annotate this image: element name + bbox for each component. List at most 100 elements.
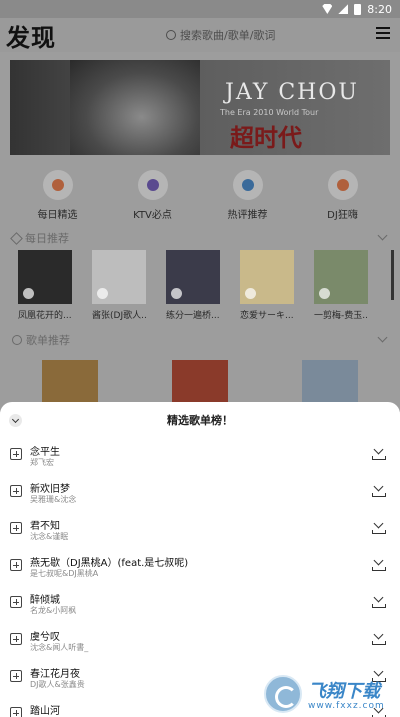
status-bar: 8:20 [0, 0, 400, 18]
signal-icon [338, 4, 349, 14]
status-time: 8:20 [367, 2, 392, 16]
download-icon[interactable] [372, 518, 386, 534]
banner-artist: JAY CHOU [225, 80, 359, 105]
album-name: 凤凰花开的... [18, 311, 72, 321]
ktv-icon [137, 170, 168, 200]
promo-banner[interactable]: JAY CHOU The Era 2010 World Tour 超时代 [10, 60, 390, 155]
album-cover [240, 250, 294, 304]
add-icon[interactable] [10, 448, 22, 460]
song-row[interactable]: 醉倾城 名龙&小阿枫 [0, 586, 400, 623]
album-name: 酱张(DJ歌人... [92, 311, 146, 321]
playlist-bottom-sheet: 精选歌单榜！ 念平生 郑飞宏 新欢旧梦 吴雅珊&沈念 君不知 沈念&谨眠 燕无歇… [0, 402, 400, 717]
download-icon[interactable] [372, 444, 386, 460]
album-name: 恋爱サーキ... [240, 311, 294, 321]
song-artist: DJ歌人&张鑫贵 [30, 680, 85, 689]
quick-link-label: 热评推荐 [227, 210, 268, 221]
playlist-covers [42, 360, 358, 405]
play-icon[interactable] [171, 288, 182, 299]
song-row[interactable]: 君不知 沈念&谨眠 [0, 512, 400, 549]
song-artist: 吴雅珊&沈念 [30, 495, 77, 504]
play-icon[interactable] [23, 288, 34, 299]
add-icon[interactable] [10, 633, 22, 645]
search-placeholder: 搜索歌曲/歌单/歌词 [180, 29, 276, 42]
album-card[interactable]: 练分一遍桥... [166, 250, 220, 321]
download-icon[interactable] [372, 555, 386, 571]
daily-album-list: 凤凰花开的... 酱张(DJ歌人... 练分一遍桥... 恋爱サーキ... 一剪… [18, 250, 368, 321]
add-icon[interactable] [10, 670, 22, 682]
app-header: 发现 搜索歌曲/歌单/歌词 [0, 18, 400, 52]
song-title: 踏山河 [30, 706, 60, 717]
download-icon[interactable] [372, 481, 386, 497]
playlist-cover[interactable] [302, 360, 358, 405]
song-artist: 郑飞宏 [30, 458, 54, 467]
collapse-button[interactable] [9, 414, 22, 427]
add-icon[interactable] [10, 522, 22, 534]
song-title: 新欢旧梦 [30, 484, 70, 495]
album-name: 一剪梅-费玉... [314, 311, 368, 321]
chevron-down-icon[interactable] [377, 230, 388, 241]
search-icon [166, 30, 176, 40]
album-name: 练分一遍桥... [166, 311, 220, 321]
album-cover [92, 250, 146, 304]
search-bar[interactable]: 搜索歌曲/歌单/歌词 [100, 24, 360, 46]
download-icon[interactable] [372, 629, 386, 645]
battery-icon [354, 3, 362, 15]
song-row[interactable]: 新欢旧梦 吴雅珊&沈念 [0, 475, 400, 512]
add-icon[interactable] [10, 707, 22, 717]
watermark-url: www.fxxz.com [308, 701, 385, 711]
album-card[interactable]: 一剪梅-费玉... [314, 250, 368, 321]
play-icon[interactable] [97, 288, 108, 299]
menu-icon[interactable] [376, 27, 390, 39]
comment-icon [232, 170, 263, 200]
playlist-cover[interactable] [172, 360, 228, 405]
song-artist: 沈念&闻人听書_ [30, 643, 89, 652]
chevron-down-icon[interactable] [377, 332, 388, 343]
play-icon[interactable] [319, 288, 330, 299]
song-title: 虞兮叹 [30, 632, 60, 643]
song-row[interactable]: 燕无歇（DJ黑桃A）(feat.是七叔呢) 是七叔呢&DJ黑桃A [0, 549, 400, 586]
album-cover [314, 250, 368, 304]
section-title: 每日推荐 [25, 232, 69, 245]
watermark: 飞翔下载 www.fxxz.com [264, 675, 392, 715]
album-card[interactable]: 恋爱サーキ... [240, 250, 294, 321]
discover-content: JAY CHOU The Era 2010 World Tour 超时代 每日精… [0, 52, 400, 412]
banner-headline: 超时代 [230, 124, 302, 152]
album-card[interactable]: 酱张(DJ歌人... [92, 250, 146, 321]
page-title: 发现 [6, 23, 56, 52]
quick-link-dj[interactable]: DJ狂嗨 [303, 170, 383, 221]
banner-tour: The Era 2010 World Tour [220, 108, 319, 117]
album-cover [166, 250, 220, 304]
sheet-header: 精选歌单榜！ [0, 402, 400, 438]
quick-link-daily[interactable]: 每日精选 [18, 170, 98, 221]
song-title: 醉倾城 [30, 595, 60, 606]
watermark-text: 飞翔下载 [308, 681, 380, 702]
wifi-icon [322, 4, 333, 14]
thumbs-up-icon [42, 170, 73, 200]
song-artist: 名龙&小阿枫 [30, 606, 77, 615]
section-daily-header: 每日推荐 [10, 230, 69, 246]
sheet-title: 精选歌单榜！ [167, 414, 233, 427]
song-artist: 是七叔呢&DJ黑桃A [30, 569, 99, 578]
album-cover [18, 250, 72, 304]
section-title: 歌单推荐 [26, 334, 70, 347]
quick-link-label: KTV必点 [133, 210, 172, 221]
horizontal-scrollbar[interactable] [391, 250, 394, 300]
add-icon[interactable] [10, 485, 22, 497]
add-icon[interactable] [10, 596, 22, 608]
tag-icon [10, 231, 23, 245]
play-icon[interactable] [245, 288, 256, 299]
song-row[interactable]: 虞兮叹 沈念&闻人听書_ [0, 623, 400, 660]
album-card[interactable]: 凤凰花开的... [18, 250, 72, 321]
banner-image [70, 60, 200, 155]
dj-icon [327, 170, 358, 200]
song-title: 君不知 [30, 521, 60, 532]
quick-link-label: DJ狂嗨 [327, 210, 358, 221]
quick-link-label: 每日精选 [37, 210, 78, 221]
song-row[interactable]: 念平生 郑飞宏 [0, 438, 400, 475]
section-playlists-header: 歌单推荐 [12, 332, 70, 348]
download-icon[interactable] [372, 592, 386, 608]
add-icon[interactable] [10, 559, 22, 571]
quick-link-hot-comments[interactable]: 热评推荐 [208, 170, 288, 221]
playlist-cover[interactable] [42, 360, 98, 405]
quick-link-ktv[interactable]: KTV必点 [113, 170, 193, 221]
